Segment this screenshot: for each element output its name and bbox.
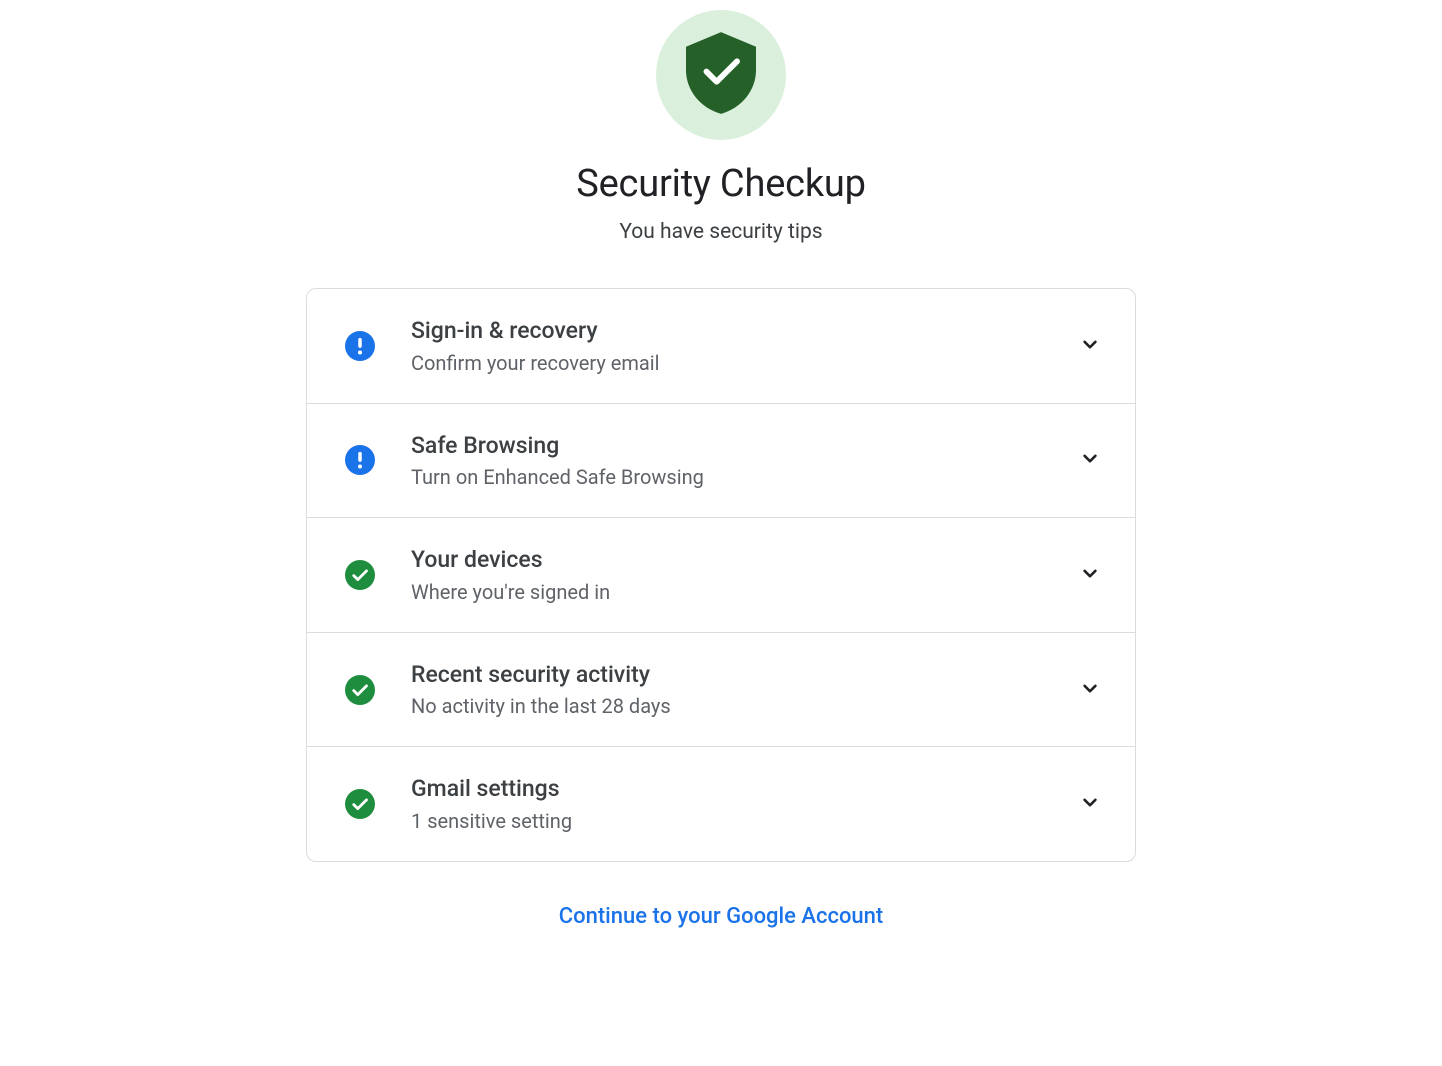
row-sign-in-recovery[interactable]: Sign-in & recovery Confirm your recovery… bbox=[307, 289, 1135, 404]
chevron-down-icon bbox=[1077, 331, 1103, 361]
row-desc: Where you're signed in bbox=[411, 580, 1077, 604]
chevron-down-icon bbox=[1077, 560, 1103, 590]
row-title: Safe Browsing bbox=[411, 432, 1077, 460]
info-icon bbox=[345, 445, 375, 475]
security-checkup-list: Sign-in & recovery Confirm your recovery… bbox=[306, 288, 1136, 862]
row-desc: 1 sensitive setting bbox=[411, 809, 1077, 833]
row-gmail-settings[interactable]: Gmail settings 1 sensitive setting bbox=[307, 747, 1135, 861]
row-recent-security-activity[interactable]: Recent security activity No activity in … bbox=[307, 633, 1135, 748]
row-title: Sign-in & recovery bbox=[411, 317, 1077, 345]
row-title: Your devices bbox=[411, 546, 1077, 574]
row-desc: Turn on Enhanced Safe Browsing bbox=[411, 465, 1077, 489]
chevron-down-icon bbox=[1077, 445, 1103, 475]
check-circle-icon bbox=[345, 675, 375, 705]
hero-icon-circle bbox=[656, 10, 786, 140]
row-title: Recent security activity bbox=[411, 661, 1077, 689]
row-safe-browsing[interactable]: Safe Browsing Turn on Enhanced Safe Brow… bbox=[307, 404, 1135, 519]
info-icon bbox=[345, 331, 375, 361]
row-desc: No activity in the last 28 days bbox=[411, 694, 1077, 718]
continue-link[interactable]: Continue to your Google Account bbox=[559, 904, 883, 929]
page-subtitle: You have security tips bbox=[619, 220, 822, 244]
check-circle-icon bbox=[345, 789, 375, 819]
row-your-devices[interactable]: Your devices Where you're signed in bbox=[307, 518, 1135, 633]
row-desc: Confirm your recovery email bbox=[411, 351, 1077, 375]
shield-check-icon bbox=[686, 31, 756, 119]
chevron-down-icon bbox=[1077, 789, 1103, 819]
row-title: Gmail settings bbox=[411, 775, 1077, 803]
page-title: Security Checkup bbox=[576, 162, 866, 206]
check-circle-icon bbox=[345, 560, 375, 590]
chevron-down-icon bbox=[1077, 675, 1103, 705]
